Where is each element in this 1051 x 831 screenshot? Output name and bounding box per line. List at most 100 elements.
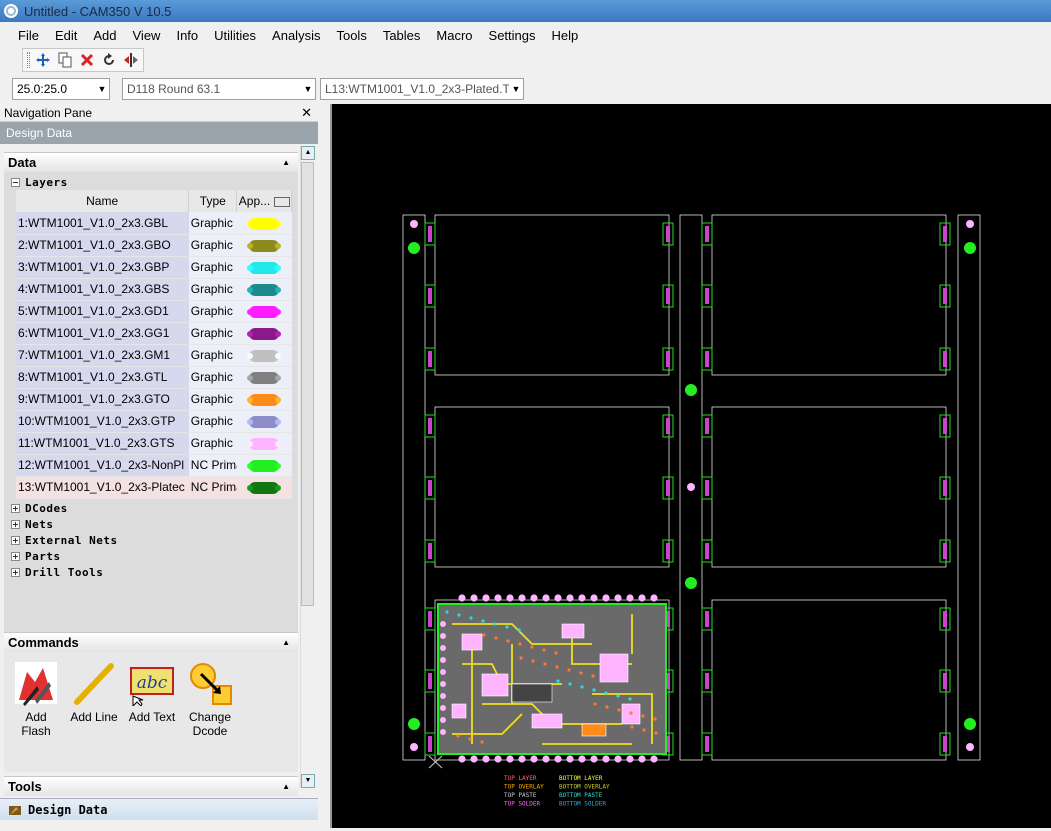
- commands-section-header[interactable]: Commands ▲: [4, 632, 298, 652]
- layer-appearance[interactable]: [236, 344, 292, 367]
- layer-appearance[interactable]: [236, 410, 292, 433]
- column-header-type[interactable]: Type: [188, 190, 238, 212]
- menu-tables[interactable]: Tables: [375, 28, 429, 43]
- layer-appearance[interactable]: [236, 300, 292, 323]
- layer-row[interactable]: 12:WTM1001_V1.0_2x3-NonPlNC Prima: [16, 454, 292, 477]
- layer-color-swatch[interactable]: [249, 283, 280, 296]
- layer-color-swatch[interactable]: [249, 481, 280, 494]
- change-dcode-button[interactable]: Change Dcode: [184, 660, 236, 772]
- layer-row[interactable]: 6:WTM1001_V1.0_2x3.GG1 Graphic: [16, 322, 292, 345]
- expand-tree-icon[interactable]: [11, 568, 20, 577]
- layer-row[interactable]: 1:WTM1001_V1.0_2x3.GBL Graphic: [16, 212, 292, 235]
- layer-appearance[interactable]: [236, 388, 292, 411]
- tree-node[interactable]: External Nets: [8, 533, 294, 549]
- tree-node[interactable]: Parts: [8, 549, 294, 565]
- scroll-down-icon[interactable]: ▼: [301, 774, 315, 788]
- menu-tools[interactable]: Tools: [328, 28, 374, 43]
- layer-row[interactable]: 10:WTM1001_V1.0_2x3.GTP Graphic: [16, 410, 292, 433]
- layer-appearance[interactable]: [236, 366, 292, 389]
- layer-color-swatch[interactable]: [249, 437, 280, 450]
- collapse-icon[interactable]: ▲: [282, 158, 290, 167]
- collapse-tree-icon[interactable]: [11, 177, 20, 187]
- move-icon[interactable]: [34, 51, 52, 69]
- data-section-header[interactable]: Data ▲: [4, 152, 298, 172]
- layer-row[interactable]: 11:WTM1001_V1.0_2x3.GTS Graphic: [16, 432, 292, 455]
- layer-row[interactable]: 4:WTM1001_V1.0_2x3.GBS Graphic: [16, 278, 292, 301]
- layer-appearance[interactable]: [236, 256, 292, 279]
- via: [616, 694, 620, 698]
- chevron-down-icon[interactable]: ▼: [509, 84, 523, 94]
- layer-color-swatch[interactable]: [249, 415, 280, 428]
- layer-color-swatch[interactable]: [249, 327, 280, 340]
- layer-row[interactable]: 3:WTM1001_V1.0_2x3.GBP Graphic: [16, 256, 292, 279]
- tree-node[interactable]: Drill Tools: [8, 565, 294, 581]
- toolbar-grip[interactable]: [27, 52, 30, 68]
- collapse-icon[interactable]: ▲: [282, 782, 290, 791]
- layer-row[interactable]: 7:WTM1001_V1.0_2x3.GM1 Graphic: [16, 344, 292, 367]
- delete-icon[interactable]: [78, 51, 96, 69]
- expand-tree-icon[interactable]: [11, 552, 20, 561]
- layer-row[interactable]: 2:WTM1001_V1.0_2x3.GBO Graphic: [16, 234, 292, 257]
- expand-tree-icon[interactable]: [11, 536, 20, 545]
- design-canvas[interactable]: TOP LAYER BOTTOM LAYER TOP OVERLAY BOTTOM O…: [330, 104, 1051, 828]
- layer-color-swatch[interactable]: [249, 371, 280, 384]
- menu-info[interactable]: Info: [168, 28, 206, 43]
- mirror-icon[interactable]: [122, 51, 140, 69]
- menu-analysis[interactable]: Analysis: [264, 28, 328, 43]
- scrollbar-thumb[interactable]: [301, 162, 314, 606]
- pcb-view[interactable]: TOP LAYER BOTTOM LAYER TOP OVERLAY BOTTOM O…: [332, 104, 1051, 828]
- layer-color-swatch[interactable]: [249, 261, 280, 274]
- menu-settings[interactable]: Settings: [481, 28, 544, 43]
- scroll-up-icon[interactable]: ▲: [301, 146, 315, 160]
- add-line-button[interactable]: Add Line: [68, 660, 120, 772]
- chevron-down-icon[interactable]: ▼: [301, 84, 315, 94]
- layer-row[interactable]: 5:WTM1001_V1.0_2x3.GD1 Graphic: [16, 300, 292, 323]
- layer-color-swatch[interactable]: [249, 305, 280, 318]
- close-icon[interactable]: ✕: [301, 105, 312, 121]
- menu-file[interactable]: File: [10, 28, 47, 43]
- navigation-scrollbar[interactable]: ▲ ▼: [300, 146, 315, 788]
- menu-view[interactable]: View: [125, 28, 169, 43]
- menu-utilities[interactable]: Utilities: [206, 28, 264, 43]
- menu-edit[interactable]: Edit: [47, 28, 85, 43]
- copy-icon[interactable]: [56, 51, 74, 69]
- layer-row[interactable]: 9:WTM1001_V1.0_2x3.GTO Graphic: [16, 388, 292, 411]
- chevron-down-icon[interactable]: ▼: [95, 84, 109, 94]
- dcode-select[interactable]: D118 Round 63.1 ▼: [122, 78, 316, 100]
- layer-color-swatch[interactable]: [249, 349, 280, 362]
- collapse-icon[interactable]: ▲: [282, 638, 290, 647]
- rotate-icon[interactable]: [100, 51, 118, 69]
- change-dcode-icon: [187, 660, 233, 706]
- resize-columns-icon[interactable]: [273, 196, 290, 207]
- menu-add[interactable]: Add: [85, 28, 124, 43]
- layer-appearance[interactable]: [236, 322, 292, 345]
- column-header-app[interactable]: App...: [236, 190, 292, 212]
- layer-color-swatch[interactable]: [249, 239, 280, 252]
- tree-node[interactable]: DCodes: [8, 501, 294, 517]
- tab-design-data[interactable]: Design Data: [0, 798, 318, 820]
- tree-node[interactable]: Nets: [8, 517, 294, 533]
- layer-appearance[interactable]: [236, 212, 292, 235]
- layer-appearance[interactable]: [236, 476, 292, 499]
- layer-color-swatch[interactable]: [249, 393, 280, 406]
- add-flash-button[interactable]: Add Flash: [10, 660, 62, 772]
- layer-select[interactable]: L13:WTM1001_V1.0_2x3-Plated.TXT ▼: [320, 78, 524, 100]
- tools-section-header[interactable]: Tools ▲: [4, 776, 298, 796]
- layer-appearance[interactable]: [236, 278, 292, 301]
- castellated-pad: [506, 755, 514, 763]
- layer-color-swatch[interactable]: [249, 459, 280, 472]
- tree-node-layers[interactable]: Layers: [8, 174, 294, 190]
- column-header-name[interactable]: Name: [16, 190, 190, 212]
- menu-macro[interactable]: Macro: [428, 28, 480, 43]
- menu-help[interactable]: Help: [544, 28, 587, 43]
- layer-row[interactable]: 13:WTM1001_V1.0_2x3-PlatecNC Prima: [16, 476, 292, 499]
- grid-select[interactable]: 25.0:25.0 ▼: [12, 78, 110, 100]
- expand-tree-icon[interactable]: [11, 504, 20, 513]
- layer-appearance[interactable]: [236, 432, 292, 455]
- layer-appearance[interactable]: [236, 454, 292, 477]
- expand-tree-icon[interactable]: [11, 520, 20, 529]
- layer-row[interactable]: 8:WTM1001_V1.0_2x3.GTL Graphic: [16, 366, 292, 389]
- add-text-button[interactable]: abc Add Text: [126, 660, 178, 772]
- layer-color-swatch[interactable]: [249, 217, 280, 230]
- layer-appearance[interactable]: [236, 234, 292, 257]
